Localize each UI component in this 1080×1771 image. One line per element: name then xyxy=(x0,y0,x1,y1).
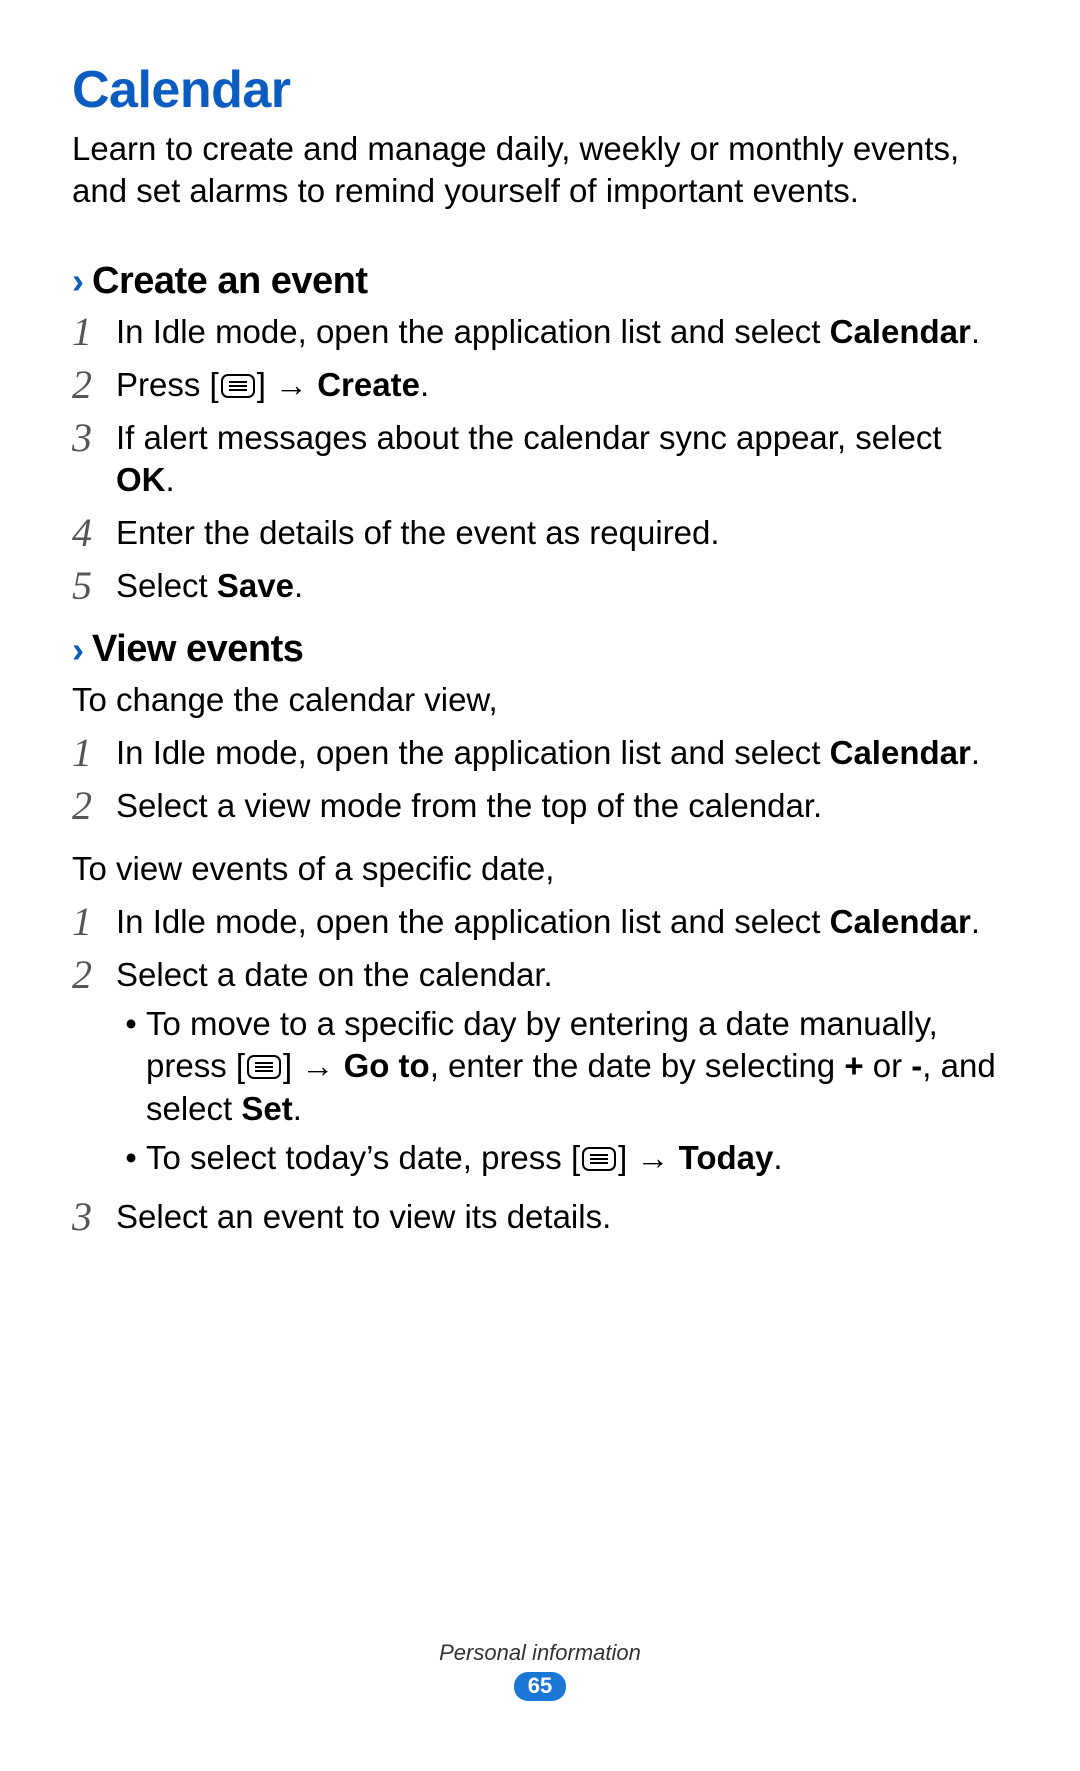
step-text: Select Save. xyxy=(116,565,1008,608)
step-text: If alert messages about the calendar syn… xyxy=(116,417,1008,503)
step-item: 5 Select Save. xyxy=(72,565,1008,608)
step-text: Enter the details of the event as requir… xyxy=(116,512,1008,555)
bullet-icon: • xyxy=(116,1137,146,1180)
menu-icon xyxy=(582,1147,616,1171)
step-number: 3 xyxy=(72,417,116,459)
step-number: 4 xyxy=(72,512,116,554)
step-number: 2 xyxy=(72,364,116,406)
step-text: Select a date on the calendar. • To move… xyxy=(116,954,1008,1186)
page-footer: Personal information 65 xyxy=(0,1640,1080,1701)
step-number: 1 xyxy=(72,732,116,774)
step-text: Select an event to view its details. xyxy=(116,1196,1008,1239)
chevron-right-icon: › xyxy=(72,632,84,668)
step-item: 3 Select an event to view its details. xyxy=(72,1196,1008,1239)
step-item: 1 In Idle mode, open the application lis… xyxy=(72,901,1008,944)
lead-text: To view events of a specific date, xyxy=(72,848,1008,891)
step-number: 2 xyxy=(72,954,116,996)
view-steps-list-1: 1 In Idle mode, open the application lis… xyxy=(72,732,1008,828)
lead-text: To change the calendar view, xyxy=(72,679,1008,722)
manual-page: Calendar Learn to create and manage dail… xyxy=(0,0,1080,1771)
bullet-item: • To select today’s date, press [] → Tod… xyxy=(116,1137,1008,1180)
step-item: 2 Select a date on the calendar. • To mo… xyxy=(72,954,1008,1186)
step-text: In Idle mode, open the application list … xyxy=(116,901,1008,944)
step-item: 2 Press [] → Create. xyxy=(72,364,1008,407)
step-number: 2 xyxy=(72,785,116,827)
section-heading-text: Create an event xyxy=(92,260,368,303)
chevron-right-icon: › xyxy=(72,263,84,299)
step-number: 1 xyxy=(72,311,116,353)
view-steps-list-2: 1 In Idle mode, open the application lis… xyxy=(72,901,1008,1239)
step-number: 5 xyxy=(72,565,116,607)
sub-bullet-list: • To move to a specific day by entering … xyxy=(116,1003,1008,1181)
bullet-icon: • xyxy=(116,1003,146,1046)
bullet-text: To move to a specific day by entering a … xyxy=(146,1003,1008,1132)
page-title: Calendar xyxy=(72,60,1008,120)
create-steps-list: 1 In Idle mode, open the application lis… xyxy=(72,311,1008,608)
step-item: 1 In Idle mode, open the application lis… xyxy=(72,311,1008,354)
step-text: Press [] → Create. xyxy=(116,364,1008,407)
step-item: 1 In Idle mode, open the application lis… xyxy=(72,732,1008,775)
step-item: 4 Enter the details of the event as requ… xyxy=(72,512,1008,555)
section-heading-create: › Create an event xyxy=(72,260,1008,303)
page-number-badge: 65 xyxy=(514,1672,566,1701)
intro-paragraph: Learn to create and manage daily, weekly… xyxy=(72,128,1008,212)
step-item: 2 Select a view mode from the top of the… xyxy=(72,785,1008,828)
step-number: 3 xyxy=(72,1196,116,1238)
step-text: In Idle mode, open the application list … xyxy=(116,311,1008,354)
bullet-text: To select today’s date, press [] → Today… xyxy=(146,1137,1008,1180)
section-heading-text: View events xyxy=(92,628,303,671)
step-number: 1 xyxy=(72,901,116,943)
section-heading-view: › View events xyxy=(72,628,1008,671)
step-item: 3 If alert messages about the calendar s… xyxy=(72,417,1008,503)
menu-icon xyxy=(221,374,255,398)
bullet-item: • To move to a specific day by entering … xyxy=(116,1003,1008,1132)
step-text: In Idle mode, open the application list … xyxy=(116,732,1008,775)
footer-section-label: Personal information xyxy=(0,1640,1080,1666)
step-text: Select a view mode from the top of the c… xyxy=(116,785,1008,828)
menu-icon xyxy=(247,1055,281,1079)
